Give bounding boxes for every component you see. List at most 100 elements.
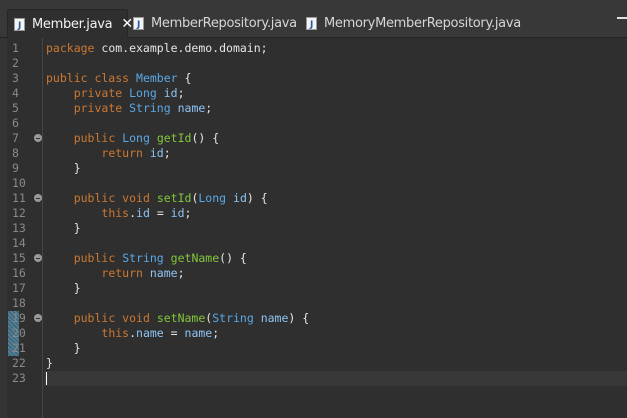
code-line[interactable]: 15 public String getName() { [0,251,627,266]
code-token: id [136,206,150,220]
code-token: name [149,266,178,280]
code-token: ; [212,326,220,340]
code-token: id [170,206,185,220]
code-text: public String getName() { [46,251,247,266]
line-number: 16 [12,266,26,280]
code-line[interactable]: 7 public Long getId() { [0,131,627,146]
minimize-icon[interactable] [617,17,627,19]
code-text: } [46,356,53,371]
fold-collapse-icon[interactable] [34,254,42,262]
fold-collapse-icon[interactable] [34,134,42,142]
code-line[interactable]: 9 } [0,161,627,176]
code-line[interactable]: 11 public void setId(Long id) { [0,191,627,206]
code-line[interactable]: 18 [0,296,627,311]
code-line[interactable]: 14 [0,236,627,251]
line-number: 22 [12,356,26,370]
code-line[interactable]: 4 private Long id; [0,86,627,101]
code-line[interactable]: 2 [0,56,627,71]
line-number: 12 [12,206,26,220]
line-number: 11 [12,191,26,205]
code-line[interactable]: 5 private String name; [0,101,627,116]
close-tab-icon[interactable]: ✕ [121,16,133,32]
tab-memberrepository-java[interactable]: J MemberRepository.java [133,9,297,38]
code-token: ) { [288,311,310,325]
java-file-icon: J [306,17,317,30]
java-file-icon: J [133,17,144,30]
fold-collapse-icon[interactable] [34,194,42,202]
fold-collapse-icon[interactable] [34,314,42,322]
code-text: return name; [46,266,184,281]
line-number: 2 [12,56,19,70]
code-token: name [260,311,289,325]
code-token: ; [163,146,171,160]
code-token: = [149,206,171,220]
line-number: 20 [12,326,26,340]
code-token: () { [191,131,220,145]
code-token: name [184,326,213,340]
code-line[interactable]: 22} [0,356,627,371]
code-token: String [129,101,171,115]
code-token: this [101,206,130,220]
code-text: public class Member { [46,71,191,86]
code-line[interactable]: 17 } [0,281,627,296]
java-file-icon: J [14,17,25,31]
code-token: . [129,206,137,220]
code-token: com.example.demo.domain; [94,41,268,55]
code-line[interactable]: 23 [0,371,627,386]
code-token: public [73,131,116,145]
code-line[interactable]: 6 [0,116,627,131]
code-text: } [46,341,81,356]
code-token: getName [170,251,220,265]
tab-memorymemberrepository-java[interactable]: J MemoryMemberRepository.java [306,9,521,38]
tab-label: Member.java [32,16,113,32]
code-text: public void setName(String name) { [46,311,309,326]
code-token: id [233,191,247,205]
code-token: private [73,86,123,100]
tab-member-java[interactable]: J Member.java ✕ [7,9,133,38]
code-text: private String name; [46,101,213,116]
code-text: } [46,161,81,176]
code-editor[interactable]: 1 package com.example.demo.domain; 2 3 publi… [0,38,627,418]
code-text: this.name = name; [46,326,219,341]
code-token: } [46,221,81,235]
code-token: setId [156,191,192,205]
code-line[interactable]: 12 this.id = id; [0,206,627,221]
code-text: } [46,221,81,236]
code-token: { [177,71,192,85]
line-number: 21 [12,341,26,355]
code-line[interactable]: 8 return id; [0,146,627,161]
code-token: Long [198,191,227,205]
code-line[interactable]: 19 public void setName(String name) { [0,311,627,326]
code-line[interactable]: 3 public class Member { [0,71,627,86]
code-line[interactable]: 13 } [0,221,627,236]
code-token: this [101,326,130,340]
code-line[interactable]: 20 this.name = name; [0,326,627,341]
code-line[interactable]: 16 return name; [0,266,627,281]
code-token: setName [156,311,206,325]
code-token: ) { [246,191,268,205]
code-token: . [129,326,137,340]
line-number: 23 [12,371,26,385]
line-number: 10 [12,176,26,190]
code-token: return [101,266,143,280]
code-line[interactable]: 21 } [0,341,627,356]
line-number: 17 [12,281,26,295]
code-line[interactable]: 10 [0,176,627,191]
line-number: 5 [12,101,19,115]
code-token: getId [156,131,192,145]
line-number: 1 [12,41,19,55]
svg-text:J: J [17,21,21,31]
code-token: Long [129,86,157,100]
code-line[interactable]: 1 package com.example.demo.domain; [0,41,627,56]
